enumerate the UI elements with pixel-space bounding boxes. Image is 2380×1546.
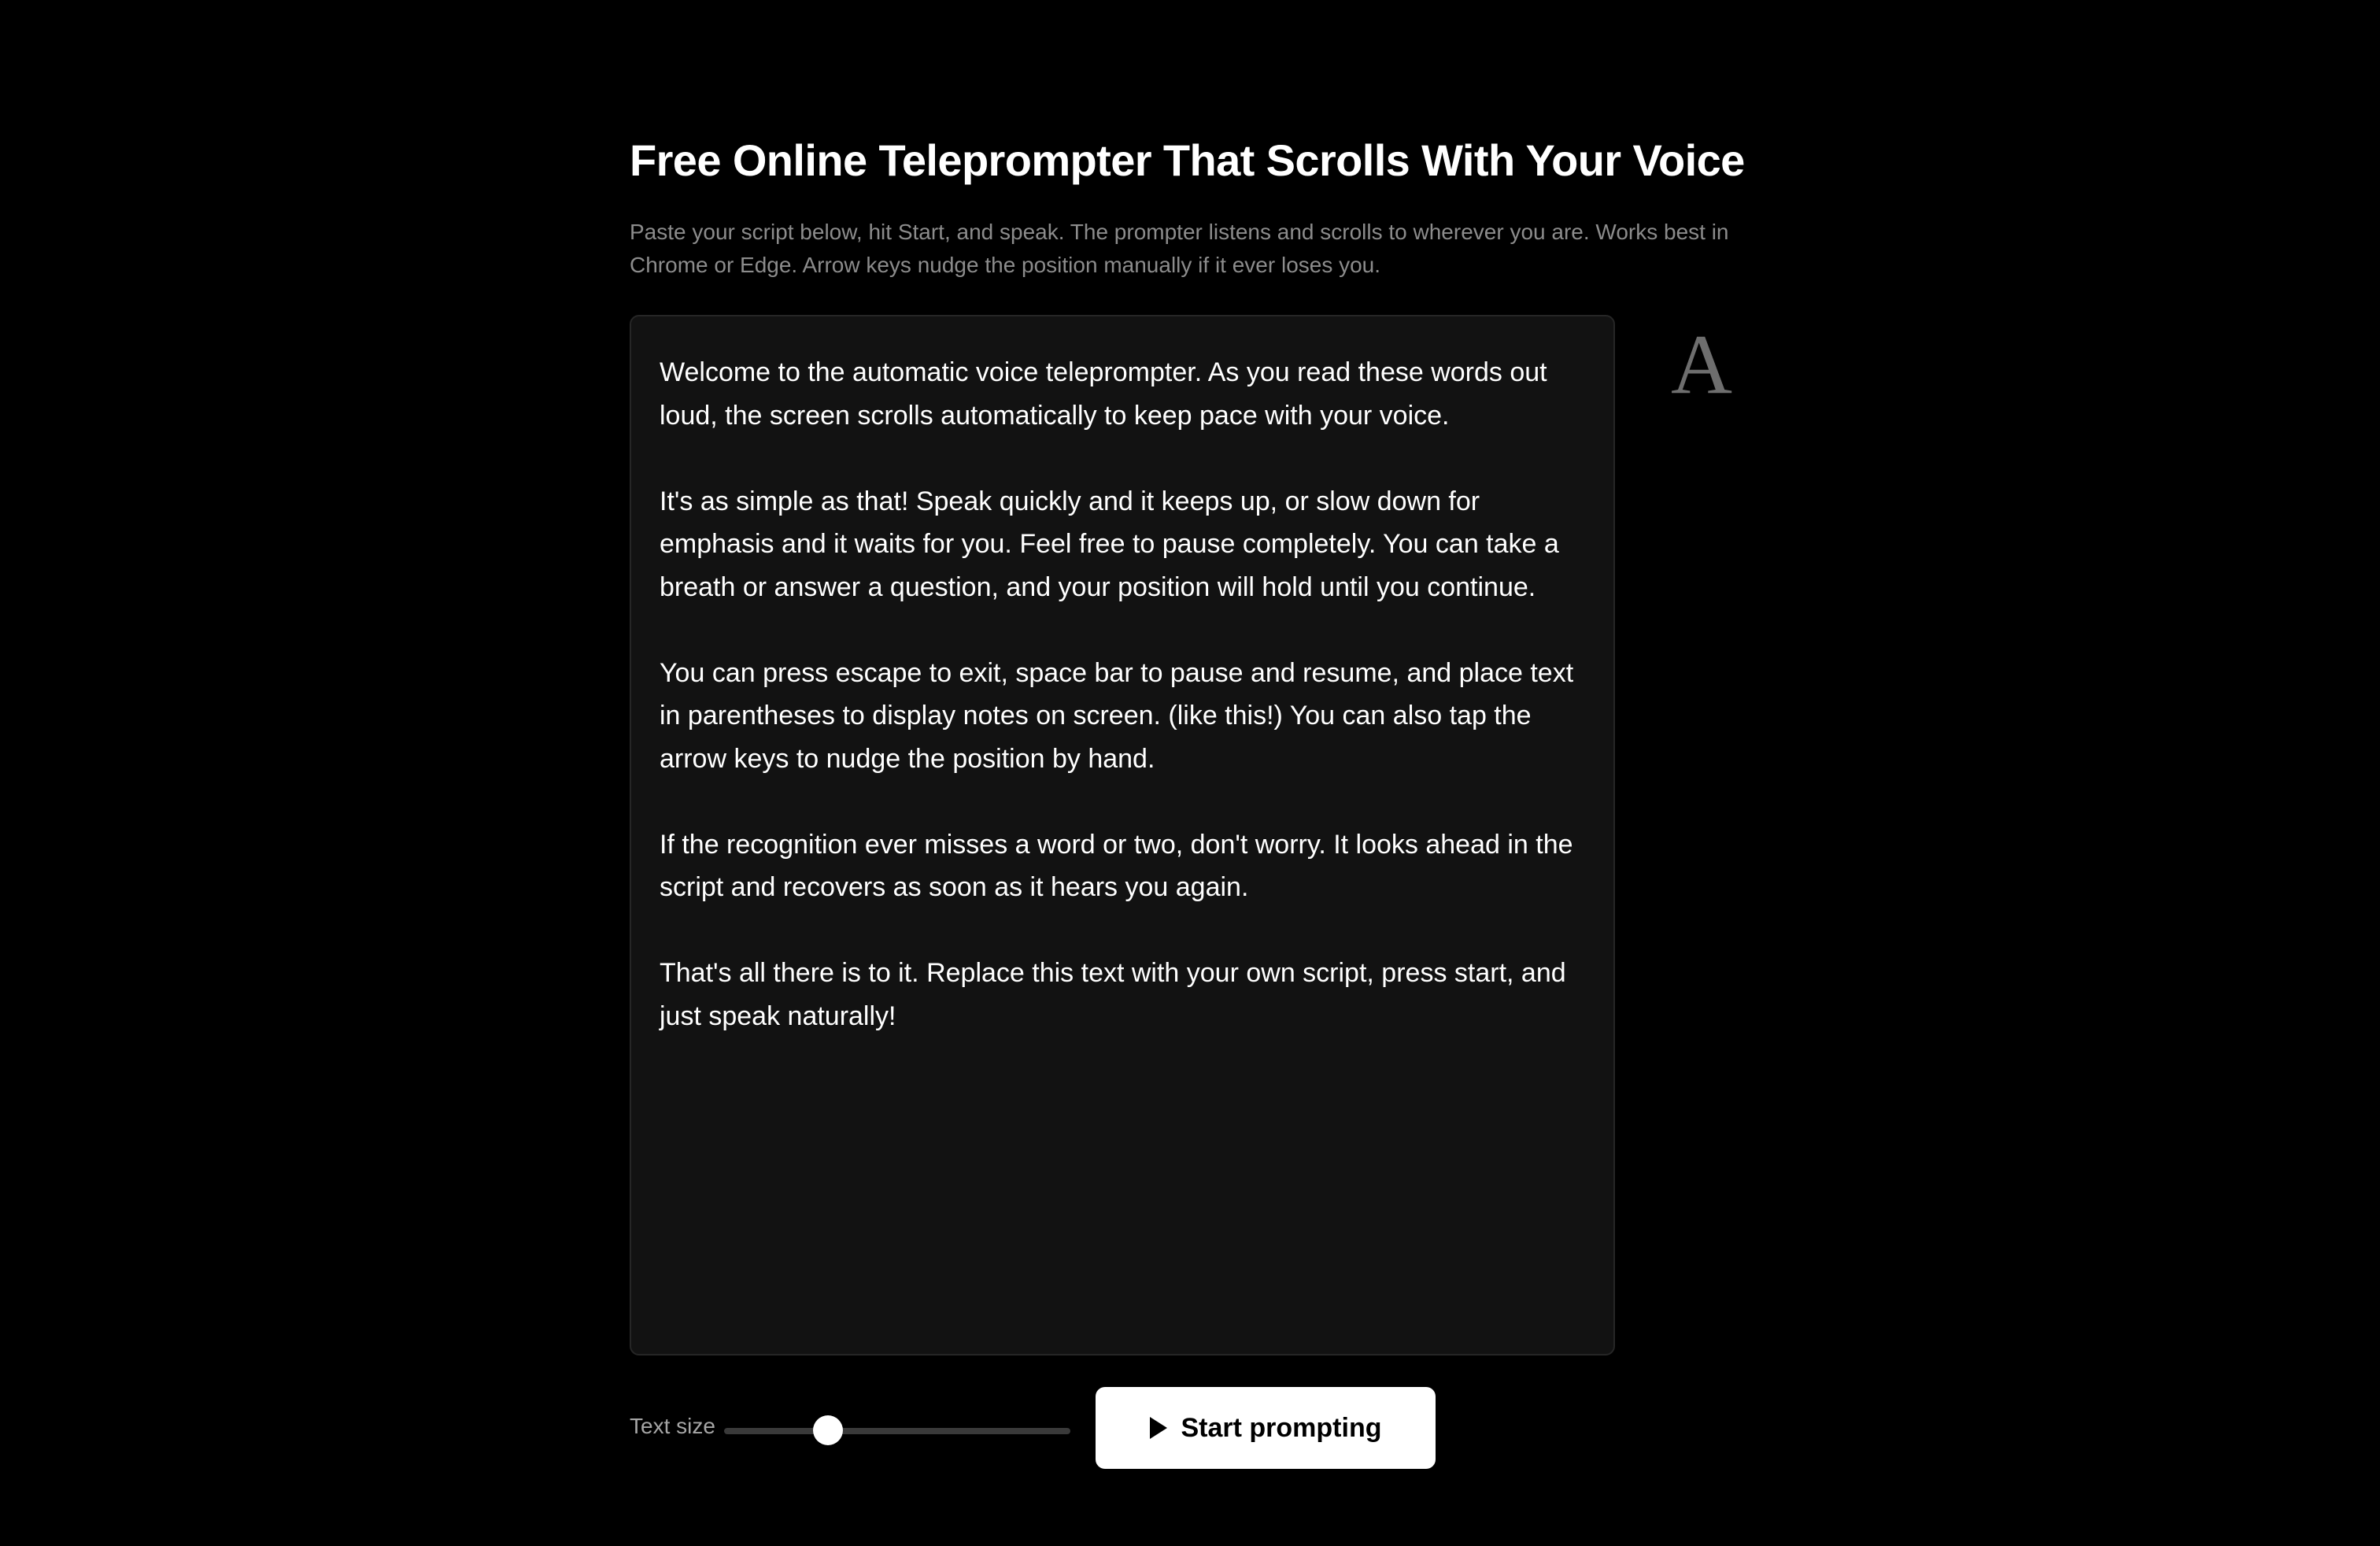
script-paragraph: That's all there is to it. Replace this … <box>660 958 1566 1031</box>
teleprompter-page: Free Online Teleprompter That Scrolls Wi… <box>630 0 1763 1546</box>
start-prompting-button[interactable]: Start prompting <box>1096 1387 1436 1469</box>
font-style-icon: A <box>1671 318 1732 412</box>
script-editor[interactable]: Welcome to the automatic voice telepromp… <box>630 315 1615 1356</box>
page-description: Paste your script below, hit Start, and … <box>630 220 1729 277</box>
text-size-slider[interactable] <box>724 1428 1070 1434</box>
controls-bar: Text size Start prompting <box>630 1385 1763 1470</box>
script-paragraph: Welcome to the automatic voice telepromp… <box>660 357 1547 431</box>
script-paragraph: If the recognition ever misses a word or… <box>660 829 1573 903</box>
text-size-slider-thumb[interactable] <box>813 1415 843 1445</box>
start-prompting-label: Start prompting <box>1181 1412 1382 1443</box>
page-title: Free Online Teleprompter That Scrolls Wi… <box>630 135 1745 185</box>
text-size-label: Text size <box>630 1414 715 1438</box>
script-paragraph: It's as simple as that! Speak quickly an… <box>660 486 1559 602</box>
font-style-toggle[interactable]: A <box>1665 320 1738 411</box>
script-paragraph: You can press escape to exit, space bar … <box>660 657 1574 774</box>
play-icon <box>1149 1417 1167 1439</box>
